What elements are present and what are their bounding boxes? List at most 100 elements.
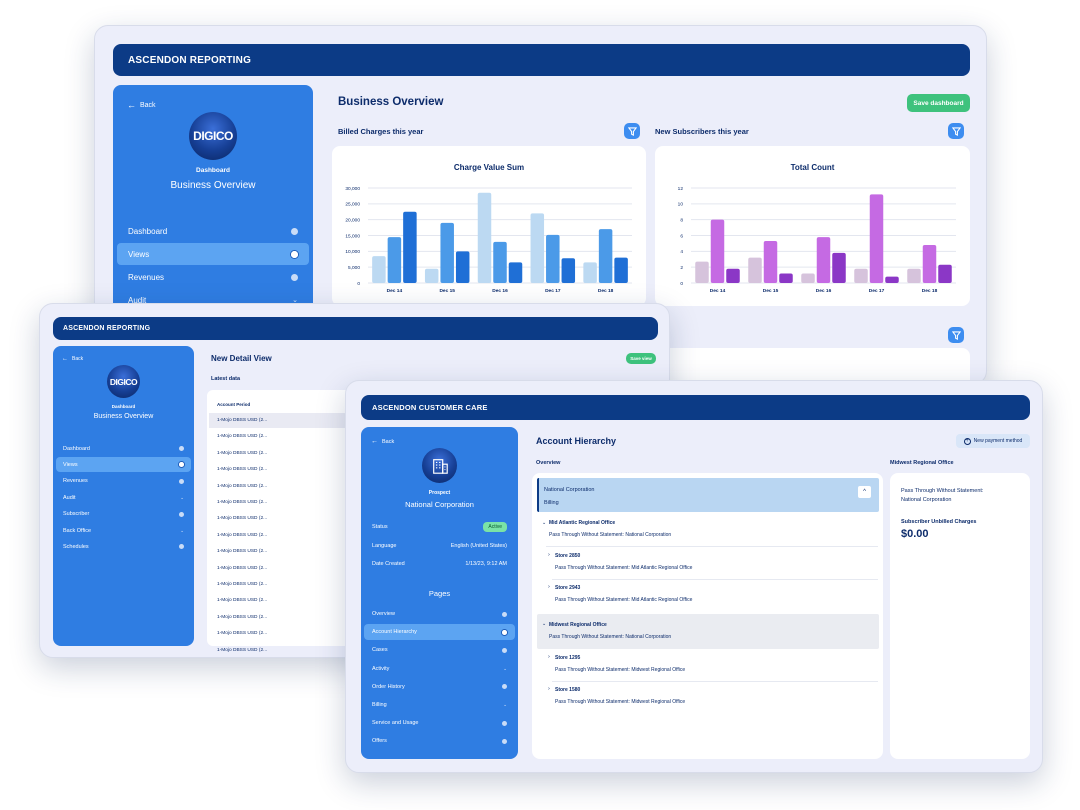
bar [816, 237, 831, 283]
nav-item-activity[interactable]: Activity ⌄ [364, 661, 515, 677]
table-row[interactable]: 1-Mojo DBSS USD (2... [209, 528, 347, 543]
nav-item-views[interactable]: Views [117, 243, 309, 265]
group-sub: Pass Through Without Statement: National… [549, 532, 672, 538]
store-name: Store 1295 [555, 655, 581, 661]
y-tick-label: 4 [680, 249, 683, 255]
tree-group-node[interactable]: ⌄ Mid Atlantic Regional Office Pass Thro… [532, 517, 883, 547]
table-row[interactable]: 1-Mojo DBSS USD (2... [209, 413, 347, 428]
nav-item-billing[interactable]: Billing ⌄ [364, 697, 515, 713]
nav-selected-icon [291, 250, 298, 258]
nav-dot-icon [179, 511, 184, 517]
table-row[interactable]: 1-Mojo DBSS USD (2... [209, 593, 347, 608]
cell-account-period: 1-Mojo DBSS USD (2... [217, 565, 268, 571]
y-tick-label: 5,000 [348, 265, 360, 271]
back-link[interactable]: ← Back [371, 438, 394, 445]
count-chart-card: Total Count 0 2 4 6 8 10 12 Dec 14 Dec 15 Dec 16 De… [655, 146, 970, 306]
save-view-button[interactable]: Save view [626, 353, 656, 364]
back-link[interactable]: ← Back [127, 100, 156, 110]
table-row[interactable]: 1-Mojo DBSS USD (2... [209, 610, 347, 625]
nav-dot-icon [291, 227, 298, 235]
sidebar: ← Back Prospect National Corporation Sta… [361, 427, 518, 759]
bar [387, 237, 402, 283]
charge-value-chart: Charge Value Sum 0 5,000 10,000 15,000 20,000… [345, 163, 632, 294]
bar [922, 245, 937, 283]
nav-item-revenues[interactable]: Revenues [56, 474, 191, 489]
building-icon [432, 458, 448, 474]
table-row[interactable]: 1-Mojo DBSS USD (2... [209, 429, 347, 444]
back-arrow-icon: ← [62, 356, 68, 362]
nav-item-dashboard[interactable]: Dashboard [56, 441, 191, 456]
nav-item-revenues[interactable]: Revenues [117, 266, 309, 288]
chevron-right-icon: › [548, 552, 550, 558]
table-row[interactable]: 1-Mojo DBSS USD (2... [209, 446, 347, 461]
table-row[interactable]: 1-Mojo DBSS USD (2... [209, 479, 347, 494]
nav-item-overview[interactable]: Overview [364, 606, 515, 622]
nav-item-back-office[interactable]: Back Office ⌄ [56, 523, 191, 538]
cell-account-period: 1-Mojo DBSS USD (2... [217, 582, 268, 587]
table-row[interactable]: 1-Mojo DBSS USD (2... [209, 626, 347, 641]
collapse-button[interactable]: ^ [858, 486, 871, 498]
tree-store-node[interactable]: › Store 2943 Pass Through Without Statem… [532, 582, 883, 612]
back-link[interactable]: ← Back [62, 356, 83, 362]
bar [508, 262, 523, 283]
x-tick-label: Dec 15 [439, 288, 455, 294]
table-row[interactable]: 1-Mojo DBSS USD (2... [209, 462, 347, 477]
bar [938, 264, 952, 283]
app-title: ASCENDON REPORTING [128, 54, 252, 66]
filter-button[interactable] [624, 123, 640, 139]
x-tick-label: Dec 16 [816, 288, 832, 294]
nav-item-schedules[interactable]: Schedules [56, 539, 191, 554]
nav-label: Activity [372, 665, 390, 672]
bar [583, 262, 597, 283]
nav-item-order-history[interactable]: Order History [364, 679, 515, 695]
nav-item-views[interactable]: Views [56, 457, 191, 473]
filter-button[interactable] [948, 327, 964, 343]
save-view-label: Save view [630, 356, 652, 361]
y-tick-label: 10 [678, 202, 684, 208]
group-name: Midwest Regional Office [549, 622, 607, 628]
tree-root-node[interactable]: National Corporation Billing ^ [537, 478, 879, 512]
logo-text: DIGICO [109, 376, 138, 387]
nav-item-subscriber[interactable]: Subscriber [56, 507, 191, 522]
bar [748, 257, 762, 283]
nav-label: Back Office [63, 527, 92, 534]
table-row[interactable]: 1-Mojo DBSS USD (2... [209, 561, 347, 576]
save-dashboard-label: Save dashboard [913, 99, 964, 107]
tree-group-node[interactable]: ⌄ Midwest Regional Office Pass Through W… [537, 614, 879, 649]
column-header: Account Period [217, 402, 251, 407]
store-sub: Pass Through Without Statement: Mid Atla… [555, 565, 693, 571]
nav-label: Order History [372, 683, 405, 690]
y-tick-label: 6 [680, 233, 683, 239]
tree-store-node[interactable]: › Store 1295 Pass Through Without Statem… [532, 652, 883, 682]
nav-item-service-and-usage[interactable]: Service and Usage [364, 715, 515, 731]
y-tick-label: 12 [678, 186, 684, 192]
table-row[interactable]: 1-Mojo DBSS USD (2... [209, 544, 347, 559]
nav-item-offers[interactable]: Offers [364, 733, 515, 749]
tree-store-node[interactable]: › Store 2850 Pass Through Without Statem… [532, 550, 883, 580]
nav-dot-icon [502, 647, 507, 653]
bar [832, 252, 846, 283]
table-row[interactable]: 1-Mojo DBSS USD (2... [209, 495, 347, 510]
nav-item-audit[interactable]: Audit ⌄ [56, 490, 191, 505]
table-row[interactable]: 1-Mojo DBSS USD (2... [209, 511, 347, 526]
tree-store-node[interactable]: › Store 1580 Pass Through Without Statem… [532, 684, 883, 714]
y-tick-label: 2 [680, 265, 683, 271]
table-row[interactable]: 1-Mojo DBSS USD (2... [209, 577, 347, 592]
status-badge: Active [483, 522, 507, 532]
cell-account-period: 1-Mojo DBSS USD (2... [217, 598, 268, 604]
nav-item-account-hierarchy[interactable]: Account Hierarchy [364, 624, 515, 641]
account-avatar [422, 448, 457, 483]
store-sub: Pass Through Without Statement: Midwest … [555, 667, 686, 673]
table-row[interactable]: 1-Mojo DBSS USD (2... [209, 643, 347, 657]
filter-button[interactable] [948, 123, 964, 139]
billed-charges-title: Billed Charges this year [338, 127, 424, 136]
y-tick-label: 15,000 [345, 233, 360, 239]
page-title: Business Overview [338, 96, 444, 108]
new-payment-method-button[interactable]: + New payment method [956, 434, 1030, 448]
x-tick-label: Dec 16 [492, 288, 508, 294]
save-dashboard-button[interactable]: Save dashboard [907, 94, 970, 112]
nav-item-dashboard[interactable]: Dashboard [117, 220, 309, 242]
chevron-down-icon: ⌄ [503, 702, 507, 707]
nav-item-cases[interactable]: Cases [364, 642, 515, 658]
nav-label: Views [63, 461, 78, 468]
